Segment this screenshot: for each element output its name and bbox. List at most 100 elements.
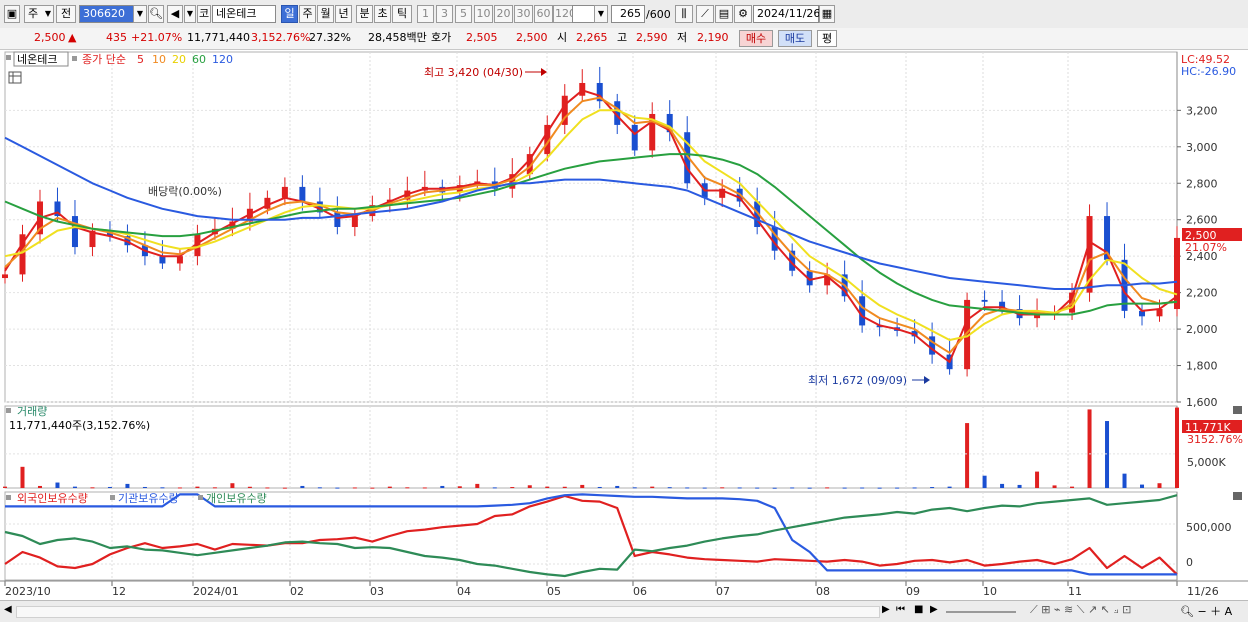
- volume-bar: [772, 487, 777, 489]
- gear-icon[interactable]: ⚙: [734, 5, 752, 23]
- panel-handle-icon[interactable]: [6, 495, 11, 500]
- candle-body: [334, 212, 341, 227]
- buy-button[interactable]: 매수: [739, 30, 773, 47]
- chart-area[interactable]: 3,2003,0002,8002,6002,4002,2002,0001,800…: [0, 50, 1248, 621]
- drawing-tools-icon[interactable]: ⟋ ⊞ ⌁ ≋ ⟍ ↗ ↖ ⟓ ⊡: [1030, 603, 1131, 617]
- volume-bar: [860, 487, 865, 489]
- calendar-icon[interactable]: ▦: [819, 5, 835, 23]
- candle-body: [981, 299, 988, 302]
- volume-bar: [930, 487, 935, 489]
- interval-20-button[interactable]: 20: [494, 5, 513, 23]
- x-tick-label: 2024/01: [193, 585, 239, 598]
- scroll-left-icon[interactable]: ◀: [4, 604, 12, 615]
- volume-bar: [492, 487, 497, 489]
- sound-dropdown-icon[interactable]: ▼: [184, 5, 196, 23]
- volume-bar: [247, 486, 252, 488]
- volume-bar: [440, 485, 445, 488]
- interval-30-button[interactable]: 30: [514, 5, 533, 23]
- x-tick-label: 09: [906, 585, 920, 598]
- candle-body: [159, 256, 166, 264]
- eval-button[interactable]: 평: [817, 30, 837, 47]
- search-icon[interactable]: 🔍︎: [148, 5, 164, 23]
- bottom-bar: ◀ ▶ ⏮ ■ ▶ ⟋ ⊞ ⌁ ≋ ⟍ ↗ ↖ ⟓ ⊡ 🔍︎ − ＋ A: [0, 600, 1248, 622]
- volume-bar: [142, 486, 147, 488]
- stop-icon[interactable]: ■: [914, 604, 923, 615]
- candle-body: [281, 186, 288, 198]
- volume-bar: [90, 487, 95, 489]
- interval-dropdown-icon[interactable]: ▼: [594, 5, 608, 23]
- volume-bar: [597, 486, 602, 488]
- x-tick-label: 03: [370, 585, 384, 598]
- volume-percent: 3,152.76%: [251, 31, 311, 44]
- bid-label: 호가: [431, 31, 452, 44]
- x-tick-label: 06: [633, 585, 647, 598]
- volume-bar: [650, 486, 655, 488]
- date-input[interactable]: 2024/11/26: [753, 5, 820, 23]
- period-month-button[interactable]: 월: [317, 5, 334, 23]
- table-icon[interactable]: [8, 71, 22, 84]
- interval-10-button[interactable]: 10: [474, 5, 493, 23]
- interval-60-button[interactable]: 60: [534, 5, 553, 23]
- volume-bar: [177, 487, 182, 489]
- play-icon[interactable]: ▶: [930, 604, 938, 615]
- panel-handle-icon[interactable]: [6, 408, 11, 413]
- volume-bar: [702, 487, 707, 489]
- panel-handle-icon[interactable]: [6, 55, 11, 60]
- period-week-button[interactable]: 주: [299, 5, 316, 23]
- volume-bar: [125, 483, 130, 488]
- volume-tag-pct: 3152.76%: [1187, 433, 1243, 446]
- period-second-button[interactable]: 초: [374, 5, 391, 23]
- toolbar: ▣ 주 ▼ 전 306620 ▼ 🔍︎ ◀ ▼ 코 네온테크 일 주 월 년 분 …: [0, 0, 1248, 29]
- sell-button[interactable]: 매도: [778, 30, 812, 47]
- volume-bar: [265, 487, 270, 489]
- legend-foreign: 외국인보유수량: [17, 492, 88, 505]
- count-max: /600: [646, 8, 671, 21]
- prev-button[interactable]: 전: [56, 5, 76, 23]
- volume-bar: [1052, 485, 1057, 488]
- volume-bar: [545, 486, 550, 488]
- window-icon[interactable]: ▣: [4, 5, 20, 23]
- rewind-icon[interactable]: ⏮: [896, 604, 905, 615]
- speaker-icon[interactable]: ◀: [167, 5, 183, 23]
- period-year-button[interactable]: 년: [335, 5, 352, 23]
- save-icon[interactable]: ▤: [715, 5, 733, 23]
- x-tick-label: 08: [816, 585, 830, 598]
- y-tick-label: 2,800: [1186, 177, 1218, 190]
- close-icon[interactable]: [1233, 406, 1242, 414]
- open-label: 시: [557, 31, 568, 44]
- horizontal-scrollbar[interactable]: [16, 606, 880, 618]
- legend-ma120: 120: [212, 53, 233, 66]
- interval-5-button[interactable]: 5: [455, 5, 472, 23]
- line-chart-icon[interactable]: ⟋: [696, 5, 714, 23]
- stock-name-field[interactable]: 네온테크: [212, 5, 276, 23]
- zoom-slider[interactable]: [946, 611, 1016, 613]
- volume-bar: [685, 487, 690, 489]
- period-tick-button[interactable]: 틱: [392, 5, 412, 23]
- period-minute-button[interactable]: 분: [356, 5, 373, 23]
- current-price: 2,500: [34, 31, 66, 44]
- volume-bar: [107, 486, 112, 488]
- code-dropdown-icon[interactable]: ▼: [133, 5, 147, 23]
- volume-bar: [877, 487, 882, 489]
- candle-icon[interactable]: ⫼: [675, 5, 693, 23]
- interval-3-button[interactable]: 3: [436, 5, 453, 23]
- interval-1-button[interactable]: 1: [417, 5, 434, 23]
- volume-bar: [1105, 421, 1110, 488]
- legend-handle-icon: [198, 495, 203, 500]
- x-tick-label: 11/26: [1187, 585, 1219, 598]
- market-select[interactable]: 주 ▼: [24, 5, 54, 23]
- zoom-out-icon[interactable]: 🔍︎ − ＋ A: [1180, 603, 1232, 619]
- period-day-button[interactable]: 일: [281, 5, 298, 23]
- volume-bar: [1122, 473, 1127, 488]
- volume-bar: [195, 486, 200, 488]
- volume-bar: [982, 475, 987, 488]
- count-input[interactable]: 265: [611, 5, 645, 23]
- volume-bar: [370, 487, 375, 489]
- code-input[interactable]: 306620: [79, 5, 137, 23]
- scroll-right-icon[interactable]: ▶: [882, 604, 890, 615]
- volume-bar: [352, 487, 357, 489]
- candle-body: [71, 216, 78, 248]
- hc-value: HC:-26.90: [1181, 65, 1236, 78]
- close-icon[interactable]: [1233, 492, 1242, 500]
- y-tick-label: 3,200: [1186, 104, 1218, 117]
